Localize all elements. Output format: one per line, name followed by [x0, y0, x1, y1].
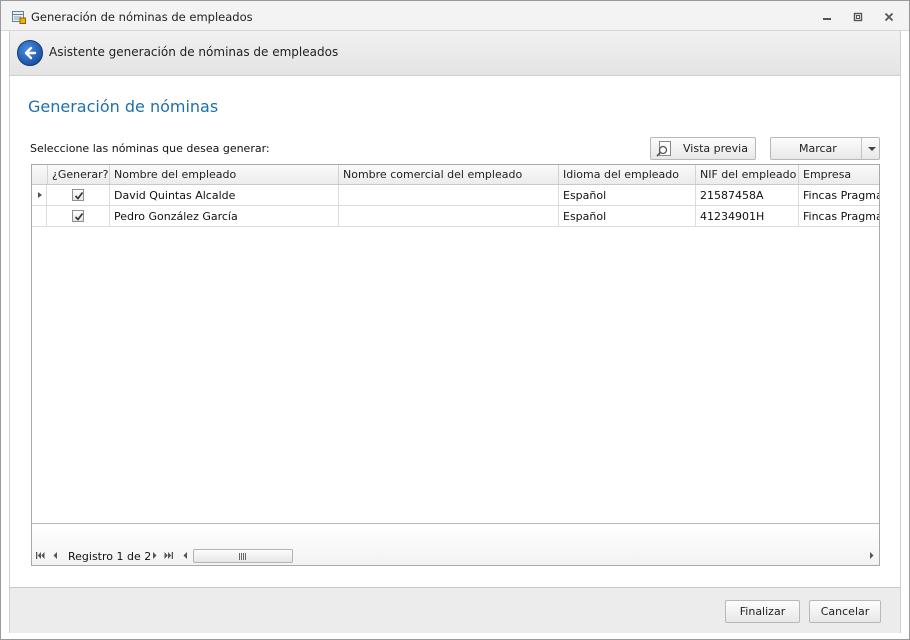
preview-button[interactable]: Vista previa — [650, 137, 756, 160]
scroll-right-icon[interactable] — [866, 550, 877, 561]
app-icon — [12, 11, 26, 24]
column-header-company[interactable]: Empresa — [799, 165, 879, 184]
scroll-left-icon[interactable] — [180, 550, 191, 561]
scroll-grip — [245, 553, 246, 560]
maximize-button[interactable] — [848, 9, 868, 25]
scroll-grip — [239, 553, 240, 560]
row-indicator — [32, 185, 47, 205]
nif-cell[interactable]: 21587458A — [696, 185, 799, 205]
window-title: Generación de nóminas de empleados — [31, 10, 253, 24]
first-record-icon[interactable] — [35, 550, 46, 561]
instruction-label: Seleccione las nóminas que desea generar… — [30, 142, 270, 155]
close-icon — [884, 12, 894, 22]
minimize-button[interactable] — [817, 9, 837, 25]
close-button[interactable] — [879, 9, 899, 25]
wizard-header: Asistente generación de nóminas de emple… — [9, 31, 901, 76]
commercial-name-cell[interactable] — [339, 206, 559, 226]
wizard-content: Generación de nóminas Seleccione las nóm… — [9, 76, 901, 588]
grid-navigator: Registro 1 de 2 — [32, 524, 879, 565]
generate-checkbox[interactable] — [72, 210, 84, 222]
page-title: Generación de nóminas — [28, 97, 219, 116]
cancel-button[interactable]: Cancelar — [809, 600, 881, 623]
generate-cell — [48, 185, 110, 205]
wizard-footer: Finalizar Cancelar — [9, 588, 901, 633]
column-header-employee-name[interactable]: Nombre del empleado — [110, 165, 339, 184]
record-counter: Registro 1 de 2 — [68, 550, 152, 563]
current-row-arrow-icon — [38, 192, 42, 198]
wizard-header-title: Asistente generación de nóminas de emple… — [49, 45, 339, 59]
horizontal-scrollbar-thumb[interactable] — [193, 549, 293, 563]
employee-name-cell[interactable]: David Quintas Alcalde — [110, 185, 339, 205]
back-button[interactable] — [17, 40, 43, 66]
magnifier-page-icon — [656, 141, 672, 160]
language-cell[interactable]: Español — [559, 185, 696, 205]
checkmark-icon — [74, 192, 84, 200]
grid-header: ¿Generar? Nombre del empleado Nombre com… — [32, 165, 879, 185]
preview-button-label: Vista previa — [683, 142, 748, 155]
wizard-window: Generación de nóminas de empleados Asist… — [0, 0, 910, 640]
arrow-left-icon — [24, 46, 37, 60]
payroll-grid: ¿Generar? Nombre del empleado Nombre com… — [31, 164, 880, 566]
column-header-generate[interactable]: ¿Generar? — [48, 165, 110, 184]
table-row[interactable]: David Quintas Alcalde Español 21587458A … — [32, 185, 879, 206]
title-bar: Generación de nóminas de empleados — [1, 1, 909, 31]
last-record-icon[interactable] — [163, 550, 174, 561]
commercial-name-cell[interactable] — [339, 185, 559, 205]
scroll-grip — [243, 553, 244, 560]
minimize-icon — [823, 18, 831, 20]
mark-split-button[interactable]: Marcar — [770, 137, 880, 160]
restore-icon — [853, 12, 863, 22]
company-cell[interactable]: Fincas Pragma — [799, 206, 879, 226]
checkmark-icon — [74, 213, 84, 221]
column-header-commercial-name[interactable]: Nombre comercial del empleado — [339, 165, 559, 184]
language-cell[interactable]: Español — [559, 206, 696, 226]
employee-name-cell[interactable]: Pedro González García — [110, 206, 339, 226]
finish-button[interactable]: Finalizar — [725, 600, 800, 623]
header-indicator-cell — [32, 165, 48, 184]
chevron-down-icon[interactable] — [868, 147, 876, 151]
previous-record-icon[interactable] — [50, 550, 61, 561]
generate-checkbox[interactable] — [72, 189, 84, 201]
column-header-nif[interactable]: NIF del empleado — [696, 165, 799, 184]
split-divider — [861, 138, 862, 159]
table-row[interactable]: Pedro González García Español 41234901H … — [32, 206, 879, 227]
row-indicator — [32, 206, 47, 226]
nif-cell[interactable]: 41234901H — [696, 206, 799, 226]
scroll-grip — [241, 553, 242, 560]
mark-button-label: Marcar — [799, 142, 837, 155]
column-header-language[interactable]: Idioma del empleado — [559, 165, 696, 184]
next-record-icon[interactable] — [149, 550, 160, 561]
company-cell[interactable]: Fincas Pragma — [799, 185, 879, 205]
generate-cell — [48, 206, 110, 226]
